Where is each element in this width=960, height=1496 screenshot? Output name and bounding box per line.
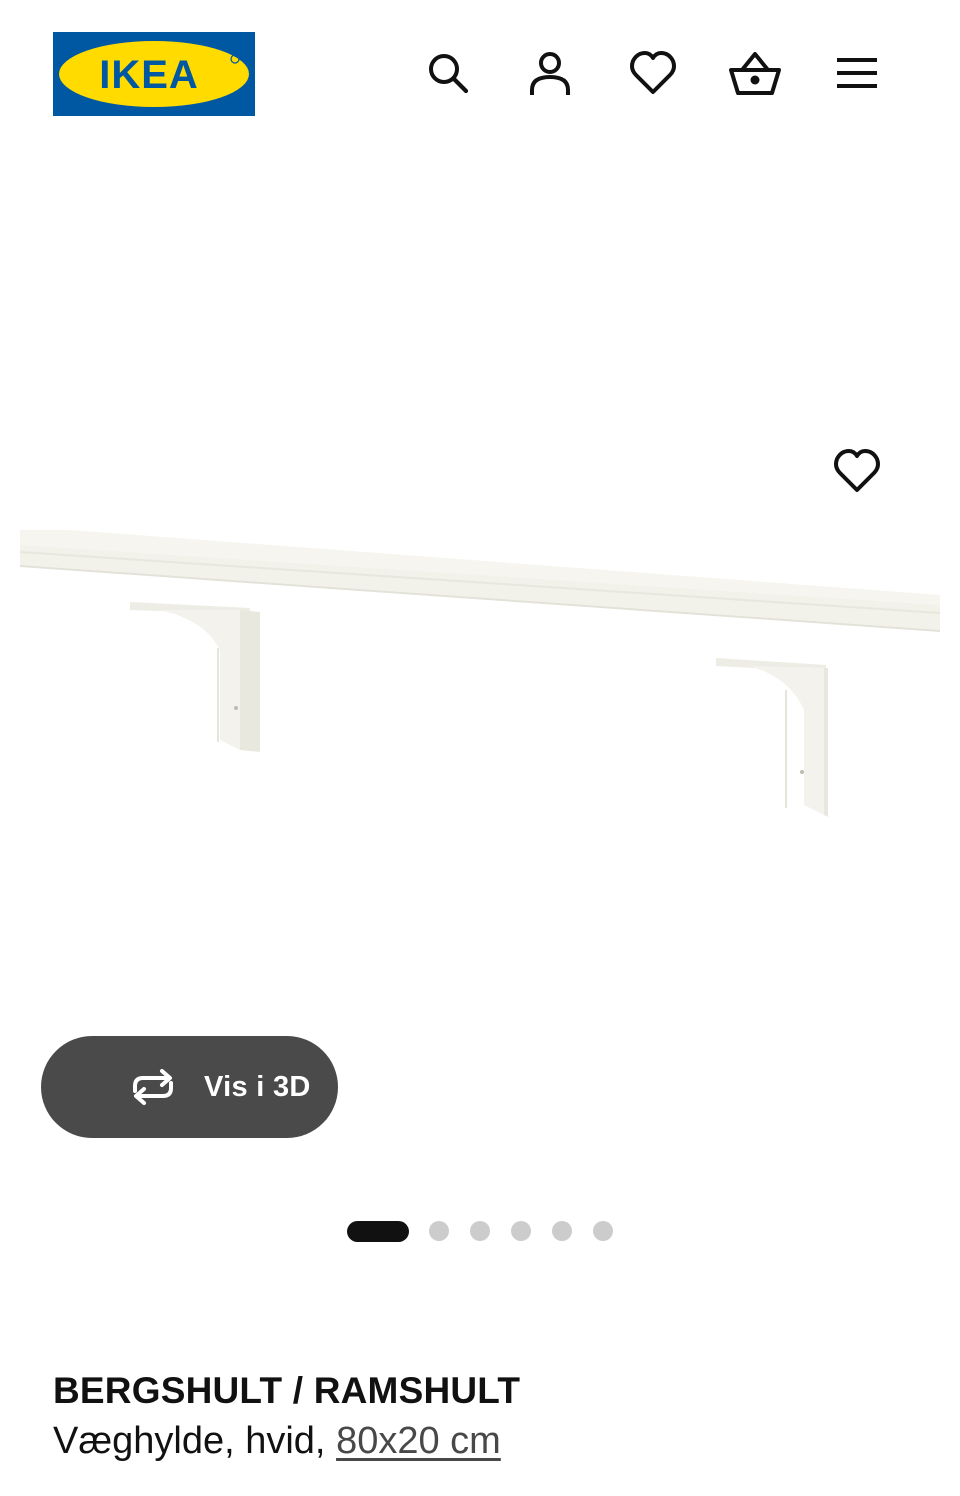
product-size-link[interactable]: 80x20 cm [336, 1420, 501, 1462]
menu-button[interactable] [829, 45, 885, 101]
product-image [19, 530, 941, 817]
rotate-3d-icon [133, 1069, 173, 1105]
account-button[interactable] [522, 45, 578, 101]
product-type: Væghylde, hvid, [53, 1420, 337, 1462]
user-icon [530, 52, 570, 95]
favorites-button[interactable] [625, 45, 681, 101]
product-gallery[interactable]: Vis i 3D [0, 150, 960, 1190]
carousel-dot[interactable] [593, 1221, 613, 1241]
add-to-favorites-button[interactable] [828, 442, 886, 500]
search-icon [429, 54, 469, 94]
carousel-pagination [0, 1220, 960, 1244]
heart-icon [630, 51, 676, 94]
basket-button[interactable] [727, 45, 783, 101]
basket-icon [729, 52, 781, 95]
site-header: IKEA [0, 0, 960, 150]
heart-icon [834, 449, 880, 492]
product-name: BERGSHULT / RAMSHULT [53, 1370, 521, 1411]
search-button[interactable] [420, 45, 476, 101]
carousel-dot[interactable] [552, 1221, 572, 1241]
carousel-dot[interactable] [429, 1221, 449, 1241]
carousel-dot[interactable] [470, 1221, 490, 1241]
carousel-dot-active[interactable] [347, 1221, 409, 1242]
header-actions [0, 45, 960, 105]
hamburger-menu-icon [837, 58, 877, 88]
product-description: Væghylde, hvid, 80x20 cm [53, 1414, 913, 1468]
view-in-3d-button[interactable]: Vis i 3D [41, 1036, 338, 1138]
view-in-3d-label: Vis i 3D [204, 1071, 311, 1103]
product-info: BERGSHULT / RAMSHULT Væghylde, hvid, 80x… [53, 1366, 913, 1468]
carousel-dot[interactable] [511, 1221, 531, 1241]
